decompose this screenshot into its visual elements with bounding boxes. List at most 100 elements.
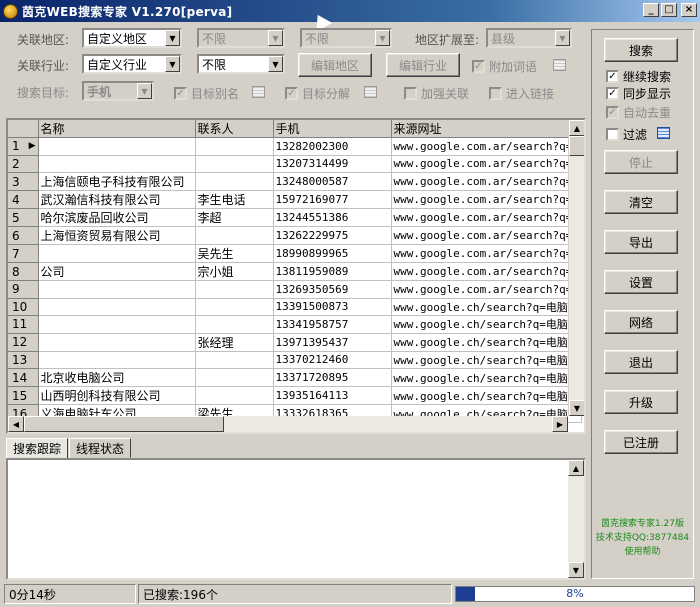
scroll-thumb[interactable] [569,136,584,156]
region-level3-select[interactable]: 不限 ▼ [300,28,392,48]
table-row[interactable]: 2 13207314499 www.google.com.ar/search?q= [8,155,582,173]
cell-name[interactable] [38,280,196,299]
cell-url[interactable]: www.google.com.ar/search?q= [391,226,582,245]
enter-link-checkbox[interactable]: 进入链接 [489,85,554,102]
grid-vertical-scrollbar[interactable]: ▲ ▼ [568,120,584,416]
cell-contact[interactable] [195,351,274,369]
cell-url[interactable]: www.google.ch/search?q=电脑 [391,368,582,387]
cell-phone[interactable]: 18990899965 [273,244,392,263]
cell-contact[interactable] [195,315,274,334]
cell-contact[interactable]: 张经理 [195,333,274,352]
cell-contact[interactable] [195,137,274,156]
cell-url[interactable]: www.google.com.ar/search?q= [391,155,582,173]
exit-button[interactable]: 退出 [604,350,678,374]
cell-url[interactable]: www.google.com.ar/search?q= [391,137,582,156]
row-number[interactable]: 6 [8,226,39,245]
row-number[interactable]: 3 [8,172,39,191]
cell-name[interactable] [38,315,196,334]
extra-words-checkbox[interactable]: ✓ 附加词语 [472,58,537,75]
title-bar[interactable]: 茵克WEB搜索专家 V1.270[perva] _ □ × [0,0,700,22]
row-number[interactable]: 12 [8,333,39,352]
row-number[interactable]: 14 [8,368,39,387]
checkbox-box[interactable]: ✓ [606,87,619,100]
industry-select[interactable]: 自定义行业 ▼ [82,54,182,74]
cell-url[interactable]: www.google.ch/search?q=电脑 [391,333,582,352]
scroll-thumb[interactable] [24,416,224,432]
industry-level2-select[interactable]: 不限 ▼ [197,54,285,74]
cell-contact[interactable] [195,368,274,387]
row-number[interactable]: 1 ▶ [8,137,39,156]
cell-name[interactable]: 山西明创科技有限公司 [38,386,196,405]
row-number[interactable]: 8 [8,262,39,281]
cell-phone[interactable]: 13341958757 [273,315,392,334]
cell-name[interactable] [38,137,196,156]
column-header-url[interactable]: 来源网址 [391,120,582,138]
cell-name[interactable] [38,244,196,263]
checkbox-box[interactable]: ✓ [606,106,619,119]
strengthen-checkbox[interactable]: 加强关联 [404,85,469,102]
table-row[interactable]: 12 张经理 13971395437 www.google.ch/search?q=电… [8,333,582,352]
settings-button[interactable]: 设置 [604,270,678,294]
scroll-down-arrow-icon[interactable]: ▼ [568,562,584,578]
continue-search-checkbox[interactable]: ✓ 继续搜索 [606,68,671,85]
filter-checkbox[interactable]: 过滤 [606,126,647,143]
region-level2-select[interactable]: 不限 ▼ [197,28,285,48]
edit-industry-button[interactable]: 编辑行业 [386,53,460,77]
cell-phone[interactable]: 13371720895 [273,368,392,387]
log-panel[interactable]: ▲ ▼ [6,458,586,580]
row-number[interactable]: 15 [8,386,39,405]
cell-phone[interactable]: 13935164113 [273,386,392,405]
cell-phone[interactable]: 13262229975 [273,226,392,245]
maximize-button[interactable]: □ [661,3,677,17]
upgrade-button[interactable]: 升级 [604,390,678,414]
cell-contact[interactable]: 李生电话 [195,190,274,209]
table-row[interactable]: 9 13269350569 www.google.com.ar/search?q= [8,280,582,299]
cell-phone[interactable]: 13971395437 [273,333,392,352]
tab-search-trace[interactable]: 搜索跟踪 [6,438,69,459]
checkbox-box[interactable]: ✓ [285,87,298,100]
export-button[interactable]: 导出 [604,230,678,254]
checkbox-box[interactable] [606,128,619,141]
row-number[interactable]: 2 [8,155,39,173]
cell-name[interactable] [38,351,196,369]
scroll-left-arrow-icon[interactable]: ◀ [8,416,24,432]
row-number[interactable]: 11 [8,315,39,334]
minimize-button[interactable]: _ [643,3,659,17]
close-button[interactable]: × [681,3,697,17]
cell-url[interactable]: www.google.ch/search?q=电脑 [391,386,582,405]
filter-edit-icon[interactable] [657,127,670,139]
cell-url[interactable]: www.google.com.ar/search?q= [391,172,582,191]
table-row[interactable]: 3 上海信颐电子科技有限公司 13248000587 www.google.com.a… [8,172,582,191]
dropdown-arrow-icon[interactable]: ▼ [137,83,152,99]
network-button[interactable]: 网络 [604,310,678,334]
results-grid[interactable]: 名称 联系人 手机 来源网址 1 ▶ 13282002300 www.google.c… [6,118,586,434]
cell-phone[interactable]: 13370212460 [273,351,392,369]
cell-contact[interactable] [195,155,274,173]
cell-name[interactable]: 北京收电脑公司 [38,368,196,387]
table-row[interactable]: 15 山西明创科技有限公司 13935164113 www.google.ch/sea… [8,386,582,405]
row-number[interactable]: 7 [8,244,39,263]
row-number[interactable]: 5 [8,208,39,227]
scroll-up-arrow-icon[interactable]: ▲ [569,120,584,136]
cell-name[interactable]: 哈尔滨废品回收公司 [38,208,196,227]
edit-region-button[interactable]: 编辑地区 [298,53,372,77]
target-split-edit-icon[interactable] [364,86,377,98]
cell-phone[interactable]: 13244551386 [273,208,392,227]
table-row[interactable]: 7 吴先生 18990899965 www.google.com.ar/search?… [8,244,582,263]
target-select[interactable]: 手机 ▼ [82,81,154,101]
cell-name[interactable]: 上海恒资贸易有限公司 [38,226,196,245]
target-alias-checkbox[interactable]: ✓ 目标别名 [174,85,239,102]
checkbox-box[interactable]: ✓ [472,60,485,73]
table-row[interactable]: 13 13370212460 www.google.ch/search?q=电脑 [8,351,582,369]
cell-contact[interactable] [195,280,274,299]
cell-phone[interactable]: 13811959089 [273,262,392,281]
cell-contact[interactable] [195,226,274,245]
dropdown-arrow-icon[interactable]: ▼ [375,30,390,46]
dropdown-arrow-icon[interactable]: ▼ [555,30,570,46]
cell-contact[interactable]: 吴先生 [195,244,274,263]
cell-url[interactable]: www.google.com.ar/search?q= [391,208,582,227]
cell-url[interactable]: www.google.ch/search?q=电脑 [391,351,582,369]
region-select[interactable]: 自定义地区 ▼ [82,28,182,48]
cell-name[interactable]: 公司 [38,262,196,281]
clear-button[interactable]: 清空 [604,190,678,214]
